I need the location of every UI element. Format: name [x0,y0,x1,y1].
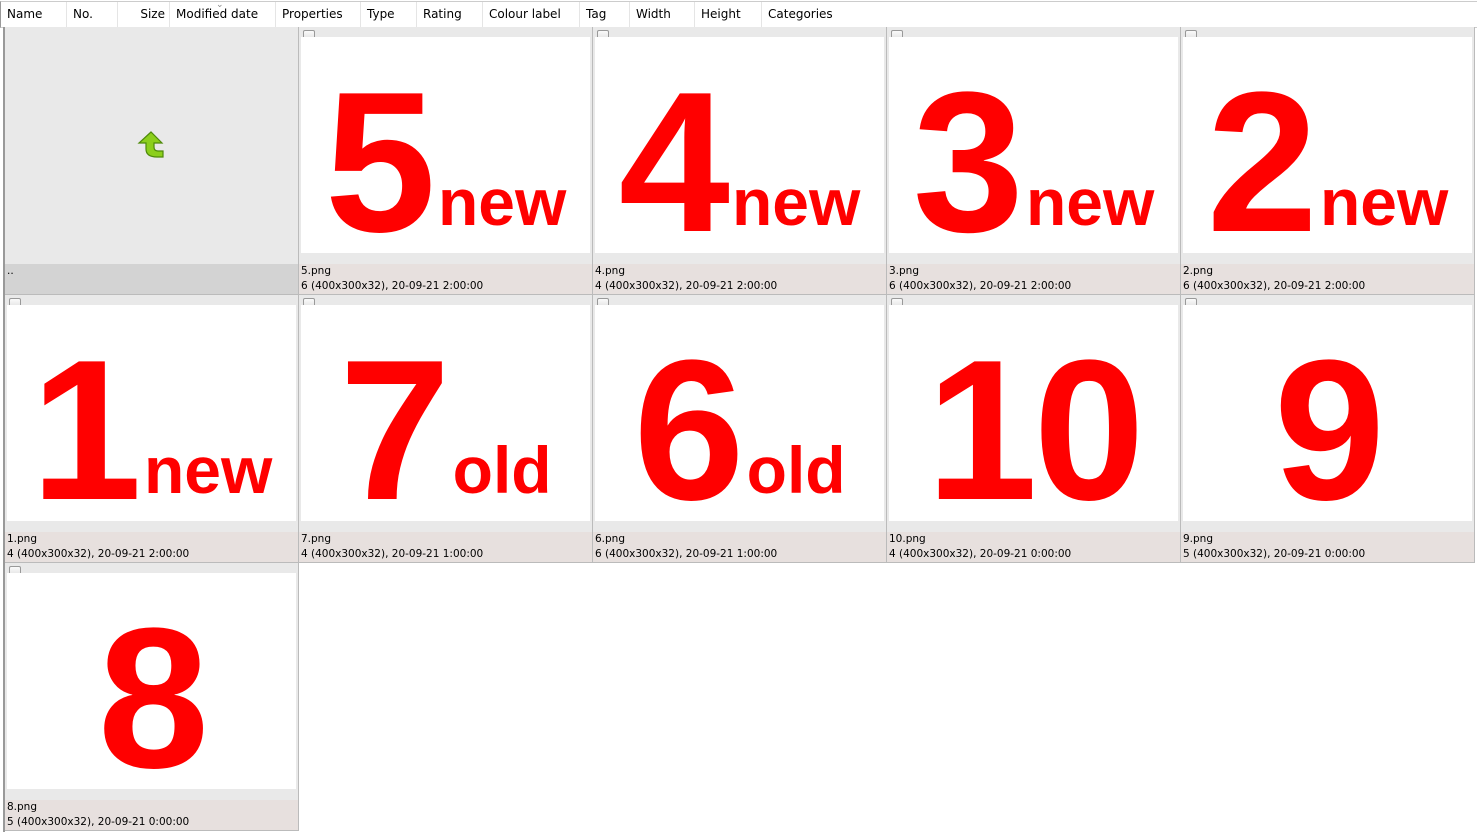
file-name: 5.png [301,265,332,277]
thumbnail-number: 6 [633,319,744,522]
file-info: 6 (400x300x32), 20-09-21 2:00:00 [301,280,484,292]
thumbnail-image: 9 [1183,305,1472,521]
thumbnail-caption: 5.png 6 (400x300x32), 20-09-21 2:00:00 [299,264,592,294]
thumbnail-number: 9 [1273,319,1385,522]
file-info: 5 (400x300x32), 20-09-21 0:00:00 [7,816,190,828]
column-rating[interactable]: Rating [417,2,483,27]
thumbnail-caption: 1.png 4 (400x300x32), 20-09-21 2:00:00 [5,532,298,562]
thumbnail-tag-text: new [731,165,861,239]
parent-folder-tile[interactable]: .. [5,27,299,295]
thumbnail-number: 3 [912,51,1024,254]
file-name: 1.png [7,533,38,545]
thumbnail-number: 7 [339,319,450,522]
thumbnail-tile[interactable]: 6 old 6.png 6 (400x300x32), 20-09-21 1:00:… [593,295,887,563]
file-name: 9.png [1183,533,1214,545]
thumbnail-grid: .. 5 new 5.png 6 (400x300x32), 20-09-21 2:… [3,27,1478,832]
thumbnail-caption: 7.png 4 (400x300x32), 20-09-21 1:00:00 [299,532,592,562]
file-name: 4.png [595,265,626,277]
file-info: 6 (400x300x32), 20-09-21 2:00:00 [889,280,1072,292]
file-name: 6.png [595,533,626,545]
thumbnail-number: 10 [926,319,1144,522]
thumbnail-number: 5 [324,51,436,254]
thumbnail-caption: 9.png 5 (400x300x32), 20-09-21 0:00:00 [1181,532,1474,562]
thumbnail-tile[interactable]: 5 new 5.png 6 (400x300x32), 20-09-21 2:00:… [299,27,593,295]
column-type[interactable]: Type [361,2,417,27]
thumbnail-number: 2 [1206,51,1318,254]
thumbnail-image: 3 new [889,37,1178,253]
column-size[interactable]: Size [118,2,170,27]
thumbnail-caption: 10.png 4 (400x300x32), 20-09-21 0:00:00 [887,532,1180,562]
file-info: 4 (400x300x32), 20-09-21 0:00:00 [889,548,1072,560]
thumbnail-number: 1 [30,319,142,522]
file-name: 10.png [889,533,926,545]
sort-chevron-icon: ⌄ [216,0,224,10]
column-categories[interactable]: Categories [762,2,862,27]
parent-folder-label: .. [5,264,298,294]
thumbnail-caption: 8.png 5 (400x300x32), 20-09-21 0:00:00 [5,800,298,830]
thumbnail-tag-text: new [143,433,273,507]
column-no[interactable]: No. [67,2,118,27]
thumbnail-tile[interactable]: 7 old 7.png 4 (400x300x32), 20-09-21 1:00:… [299,295,593,563]
thumbnail-image: 5 new [301,37,590,253]
thumbnail-tag-text: new [1025,165,1155,239]
column-name[interactable]: Name [1,2,67,27]
thumbnail-tile[interactable]: 10 10.png 4 (400x300x32), 20-09-21 0:00:0… [887,295,1181,563]
thumbnail-tag-text: old [746,433,846,507]
file-name: 2.png [1183,265,1214,277]
thumbnail-tile[interactable]: 9 9.png 5 (400x300x32), 20-09-21 0:00:00 [1181,295,1475,563]
thumbnail-image: 4 new [595,37,884,253]
thumbnail-tag-text: new [437,165,567,239]
column-height[interactable]: Height [695,2,762,27]
thumbnail-tile[interactable]: 8 8.png 5 (400x300x32), 20-09-21 0:00:00 [5,563,299,831]
column-tag[interactable]: Tag [580,2,630,27]
thumbnail-tile[interactable]: 4 new 4.png 4 (400x300x32), 20-09-21 2:00:… [593,27,887,295]
file-name: 7.png [301,533,332,545]
column-colour-label[interactable]: Colour label [483,2,580,27]
file-info: 5 (400x300x32), 20-09-21 0:00:00 [1183,548,1366,560]
thumbnail-tag-text: old [452,433,552,507]
file-name: 8.png [7,801,38,813]
thumbnail-image: 7 old [301,305,590,521]
file-info: 6 (400x300x32), 20-09-21 1:00:00 [595,548,778,560]
file-info: 4 (400x300x32), 20-09-21 1:00:00 [301,548,484,560]
column-width[interactable]: Width [630,2,695,27]
thumbnail-caption: 2.png 6 (400x300x32), 20-09-21 2:00:00 [1181,264,1474,294]
thumbnail-image: 2 new [1183,37,1472,253]
column-header: Name No. Size ⌄ Modified date Properties … [0,0,1477,28]
thumbnail-image: 6 old [595,305,884,521]
column-modified-date[interactable]: ⌄ Modified date [170,0,276,27]
thumbnail-image: 1 new [7,305,296,521]
file-name: 3.png [889,265,920,277]
column-properties[interactable]: Properties [276,2,361,27]
thumbnail-tag-text: new [1319,165,1449,239]
thumbnail-tile[interactable]: 3 new 3.png 6 (400x300x32), 20-09-21 2:00:… [887,27,1181,295]
thumbnail-number: 4 [618,51,730,254]
thumbnail-tile[interactable]: 2 new 2.png 6 (400x300x32), 20-09-21 2:00:… [1181,27,1475,295]
thumbnail-tile[interactable]: 1 new 1.png 4 (400x300x32), 20-09-21 2:00:… [5,295,299,563]
thumbnail-caption: 3.png 6 (400x300x32), 20-09-21 2:00:00 [887,264,1180,294]
thumbnail-number: 8 [97,587,209,790]
file-info: 4 (400x300x32), 20-09-21 2:00:00 [7,548,190,560]
thumbnail-image: 10 [889,305,1178,521]
file-info: 4 (400x300x32), 20-09-21 2:00:00 [595,280,778,292]
thumbnail-caption: 6.png 6 (400x300x32), 20-09-21 1:00:00 [593,532,886,562]
file-info: 6 (400x300x32), 20-09-21 2:00:00 [1183,280,1366,292]
thumbnail-caption: 4.png 4 (400x300x32), 20-09-21 2:00:00 [593,264,886,294]
thumbnail-image: 8 [7,573,296,789]
up-arrow-icon [137,131,164,158]
